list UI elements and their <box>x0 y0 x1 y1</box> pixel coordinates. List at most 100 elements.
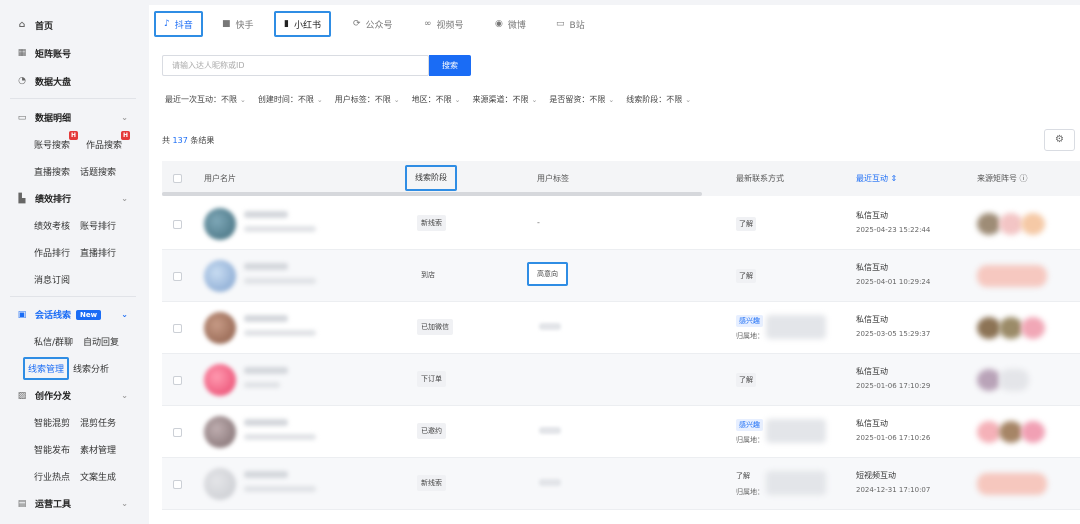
douyin-icon: ♪ <box>164 19 170 29</box>
gear-icon: ⚙ <box>1055 134 1064 145</box>
sidebar-item-live-search[interactable]: 直播搜索 <box>34 165 70 178</box>
nav-matrix-accounts[interactable]: ▦ 矩阵账号 <box>0 39 146 67</box>
source-avatar <box>977 213 1001 235</box>
row-checkbox[interactable] <box>173 480 182 489</box>
sidebar-item-subscription[interactable]: 消息订阅 <box>34 273 70 286</box>
nav-group-data-detail[interactable]: ▭ 数据明细 ⌄ <box>0 104 146 131</box>
sidebar-item-work-search[interactable]: 作品搜索 H <box>86 131 131 151</box>
nav-group-label: 绩效排行 <box>35 195 72 205</box>
filter-user-tag[interactable]: 用户标签：不限 ⌄ <box>335 94 400 108</box>
sidebar-item-lead-analysis[interactable]: 线索分析 <box>73 362 109 375</box>
avatar <box>204 312 236 344</box>
user-sub <box>244 486 316 492</box>
tab-label: 抖音 <box>174 20 193 31</box>
toolbox-icon: ▤ <box>17 498 27 509</box>
filter-source-channel[interactable]: 来源渠道：不限 ⌄ <box>473 94 538 108</box>
tab-xiaohongshu[interactable]: ▮ 小红书 <box>274 11 331 37</box>
sidebar-item-dm-group[interactable]: 私信/群聊 <box>34 335 73 348</box>
sidebar-item-kpi[interactable]: 绩效考核 <box>34 219 70 232</box>
nav-group-ops[interactable]: ▤ 运营工具 ⌄ <box>0 490 146 517</box>
select-all-checkbox[interactable] <box>173 174 182 183</box>
user-name <box>244 419 288 426</box>
sidebar-item-topic-search[interactable]: 话题搜索 <box>80 165 116 178</box>
sidebar-item-trends[interactable]: 行业热点 <box>34 470 70 483</box>
divider <box>10 98 136 99</box>
row-checkbox[interactable] <box>173 376 182 385</box>
row-checkbox[interactable] <box>173 272 182 281</box>
tab-label: 快手 <box>235 20 254 31</box>
row-checkbox[interactable] <box>173 220 182 229</box>
source-avatar <box>1021 213 1045 235</box>
user-tag-value <box>539 427 561 434</box>
search-button[interactable]: 搜索 <box>429 55 471 76</box>
tab-douyin[interactable]: ♪ 抖音 <box>154 11 203 37</box>
interaction-time: 2025-04-01 10:29:24 <box>856 278 931 286</box>
filter-name: 是否留资： <box>549 95 590 104</box>
result-prefix: 共 <box>162 136 170 145</box>
interaction-type: 私信互动 <box>856 315 888 324</box>
sidebar-item-smart-publish[interactable]: 智能发布 <box>34 443 70 456</box>
nav-group-performance[interactable]: ▙ 绩效排行 ⌄ <box>0 185 146 212</box>
sidebar-item-mix-task[interactable]: 混剪任务 <box>80 416 116 429</box>
sidebar-item-live-rank[interactable]: 直播排行 <box>80 246 116 259</box>
source-avatar <box>999 369 1029 391</box>
user-name <box>244 263 288 270</box>
tab-kuaishou[interactable]: ■ 快手 <box>222 11 254 37</box>
table-row[interactable]: 已加微信 感兴趣 归属地： 私信互动 2025-03-05 15:29:37 <box>162 302 1080 354</box>
source-avatar <box>977 265 1047 287</box>
sidebar-item-copywriting[interactable]: 文案生成 <box>80 470 116 483</box>
avatar <box>204 468 236 500</box>
horizontal-scrollbar[interactable] <box>162 192 702 196</box>
interaction-type: 私信互动 <box>856 419 888 428</box>
user-name <box>244 211 288 218</box>
result-suffix: 条结果 <box>190 136 215 145</box>
filter-left-contact[interactable]: 是否留资：不限 ⌄ <box>549 94 614 108</box>
filter-created-time[interactable]: 创建时间：不限 ⌄ <box>258 94 323 108</box>
filter-value: 不限 <box>374 95 391 104</box>
nav-home[interactable]: ⌂ 首页 <box>0 11 146 39</box>
contact-detail <box>766 471 826 495</box>
nav-group-leads[interactable]: ▣ 会话线索 New ⌄ <box>0 301 146 328</box>
nav-group-create[interactable]: ▨ 创作分发 ⌄ <box>0 382 146 409</box>
table-row[interactable]: 到店 高意向 了解 私信互动 2025-04-01 10:29:24 <box>162 250 1080 302</box>
table-row[interactable]: 下订单 了解 私信互动 2025-01-06 17:10:29 <box>162 354 1080 406</box>
sidebar-item-smart-mix[interactable]: 智能混剪 <box>34 416 70 429</box>
filter-last-interaction[interactable]: 最近一次互动：不限 ⌄ <box>165 94 246 108</box>
col-contact: 最新联系方式 <box>736 174 784 183</box>
filter-bar: 最近一次互动：不限 ⌄ 创建时间：不限 ⌄ 用户标签：不限 ⌄ 地区：不限 ⌄ 来源渠道… <box>165 94 691 108</box>
table-row[interactable]: 新线索 了解 归属地： 短视频互动 2024-12-31 17:10:07 <box>162 458 1080 510</box>
search-input[interactable]: 请输入达人昵称或ID <box>162 55 429 76</box>
col-source-account: 来源矩阵号 ⓘ <box>977 174 1028 183</box>
sidebar-item-work-rank[interactable]: 作品排行 <box>34 246 70 259</box>
contact-tag: 了解 <box>736 472 750 480</box>
sidebar-item-account-search[interactable]: 账号搜索 H <box>34 131 79 151</box>
sidebar-item-account-rank[interactable]: 账号排行 <box>80 219 116 232</box>
platform-tabs: ♪ 抖音 ■ 快手 ▮ 小红书 ⟳ 公众号 ∞ 视频号 ◉ 微博 ▭ B站 <box>149 5 1080 41</box>
column-settings-button[interactable]: ⚙ <box>1044 129 1075 151</box>
filter-lead-stage[interactable]: 线索阶段：不限 ⌄ <box>626 94 691 108</box>
table-row[interactable]: 已邀约 感兴趣 归属地： 私信互动 2025-01-06 17:10:26 <box>162 406 1080 458</box>
tab-weibo[interactable]: ◉ 微博 <box>495 11 526 37</box>
filter-value: 不限 <box>297 95 314 104</box>
nav-dashboard[interactable]: ◔ 数据大盘 <box>0 67 146 95</box>
pie-icon: ◔ <box>18 76 26 86</box>
sidebar-item-auto-reply[interactable]: 自动回复 <box>83 335 119 348</box>
tab-bilibili[interactable]: ▭ B站 <box>556 11 585 37</box>
row-checkbox[interactable] <box>173 428 182 437</box>
row-checkbox[interactable] <box>173 324 182 333</box>
filter-region[interactable]: 地区：不限 ⌄ <box>412 94 461 108</box>
chevron-down-icon: ⌄ <box>316 96 323 104</box>
sidebar-item-materials[interactable]: 素材管理 <box>80 443 116 456</box>
chat-icon: ▣ <box>17 309 27 320</box>
tab-official-account[interactable]: ⟳ 公众号 <box>353 11 393 37</box>
source-avatar <box>999 421 1023 443</box>
user-name <box>244 471 288 478</box>
sidebar-item-lead-management[interactable]: 线索管理 <box>23 357 70 380</box>
col-user-tag: 用户标签 <box>537 174 569 183</box>
nav-label: 数据大盘 <box>35 77 72 88</box>
tab-channels[interactable]: ∞ 视频号 <box>424 11 464 37</box>
kuaishou-icon: ■ <box>222 19 231 29</box>
table-row[interactable]: 新线索 - 了解 私信互动 2025-04-23 15:22:44 <box>162 198 1080 250</box>
nav-group-label: 数据明细 <box>35 114 72 124</box>
col-last-interaction[interactable]: 最近互动 ⇕ <box>856 161 897 196</box>
